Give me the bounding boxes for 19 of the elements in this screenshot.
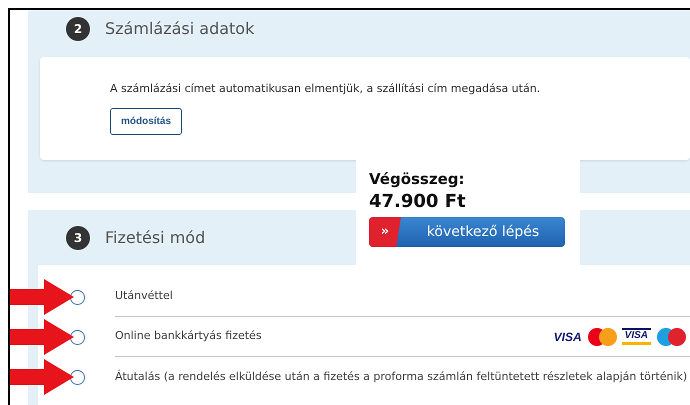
visa-logo: VISA: [554, 328, 582, 346]
section-title: Fizetési mód: [105, 226, 206, 248]
next-step-button[interactable]: » következő lépés: [369, 217, 565, 248]
option-label[interactable]: Online bankkártyás fizetés: [115, 328, 262, 345]
visa-card-logo: VISA: [622, 328, 651, 345]
edit-button[interactable]: módosítás: [110, 108, 182, 134]
option-label[interactable]: Utánvéttel: [115, 288, 173, 305]
section-title: Számlázási adatok: [105, 18, 254, 40]
radio-button[interactable]: [70, 370, 85, 384]
step-number: 3: [66, 226, 90, 250]
option-label[interactable]: Átutalás (a rendelés elküldése után a fizetés a proforma számlán feltüntetett részletek alapján történik): [115, 368, 688, 386]
radio-button[interactable]: [70, 290, 85, 304]
step-number: 2: [66, 17, 90, 41]
total-amount: 47.900 Ft: [369, 190, 467, 212]
mastercard-logo-icon: [586, 326, 617, 346]
total-label: Végösszeg:: [369, 169, 466, 190]
maestro-logo-icon: [656, 326, 686, 346]
billing-note: A számlázási címet automatikusan elmentjük, a szállítási cím megadása után.: [110, 81, 542, 97]
radio-button[interactable]: [70, 330, 85, 344]
